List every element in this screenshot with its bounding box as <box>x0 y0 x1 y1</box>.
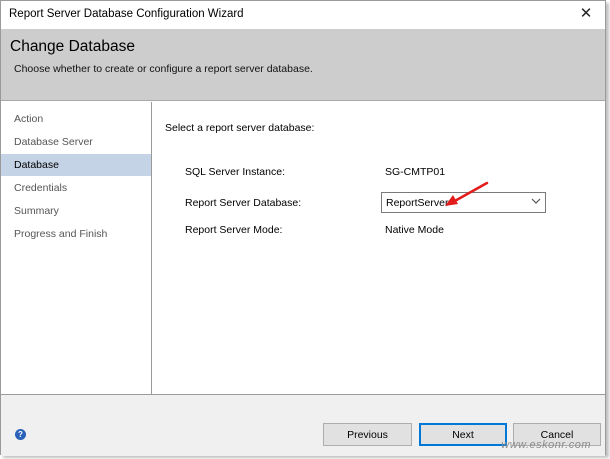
report-server-mode-value: Native Mode <box>385 224 444 236</box>
wizard-footer: ? Previous Next Cancel www.eskonr.com <box>1 394 605 456</box>
page-title: Change Database <box>10 38 135 55</box>
next-button[interactable]: Next <box>419 423 507 446</box>
sidebar-item-database[interactable]: Database <box>1 154 151 176</box>
close-icon[interactable]: ✕ <box>575 4 597 24</box>
sidebar-item-credentials[interactable]: Credentials <box>1 177 151 199</box>
report-server-mode-label: Report Server Mode: <box>185 224 283 236</box>
page-subtitle: Choose whether to create or configure a … <box>14 63 313 75</box>
selected-database-value: ReportServer <box>386 197 449 209</box>
page-header: Change Database Choose whether to create… <box>1 29 605 101</box>
watermark: www.eskonr.com <box>501 439 591 451</box>
help-icon[interactable]: ? <box>15 429 26 440</box>
report-server-database-label: Report Server Database: <box>185 197 302 209</box>
sql-instance-value: SG-CMTP01 <box>385 166 446 178</box>
previous-button[interactable]: Previous <box>323 423 412 446</box>
red-arrow-icon <box>445 181 489 206</box>
sidebar-item-summary[interactable]: Summary <box>1 200 151 222</box>
sql-instance-label: SQL Server Instance: <box>185 166 285 178</box>
wizard-steps-sidebar: Action Database Server Database Credenti… <box>1 102 152 394</box>
main-content: Select a report server database: SQL Ser… <box>153 102 605 394</box>
sidebar-item-action[interactable]: Action <box>1 108 151 130</box>
chevron-down-icon[interactable] <box>531 196 541 209</box>
sidebar-item-database-server[interactable]: Database Server <box>1 131 151 153</box>
select-database-prompt: Select a report server database: <box>165 122 315 134</box>
wizard-window: Report Server Database Configuration Wiz… <box>0 0 606 456</box>
window-title: Report Server Database Configuration Wiz… <box>9 8 244 20</box>
sidebar-item-progress-and-finish[interactable]: Progress and Finish <box>1 223 151 245</box>
title-bar: Report Server Database Configuration Wiz… <box>1 1 605 29</box>
